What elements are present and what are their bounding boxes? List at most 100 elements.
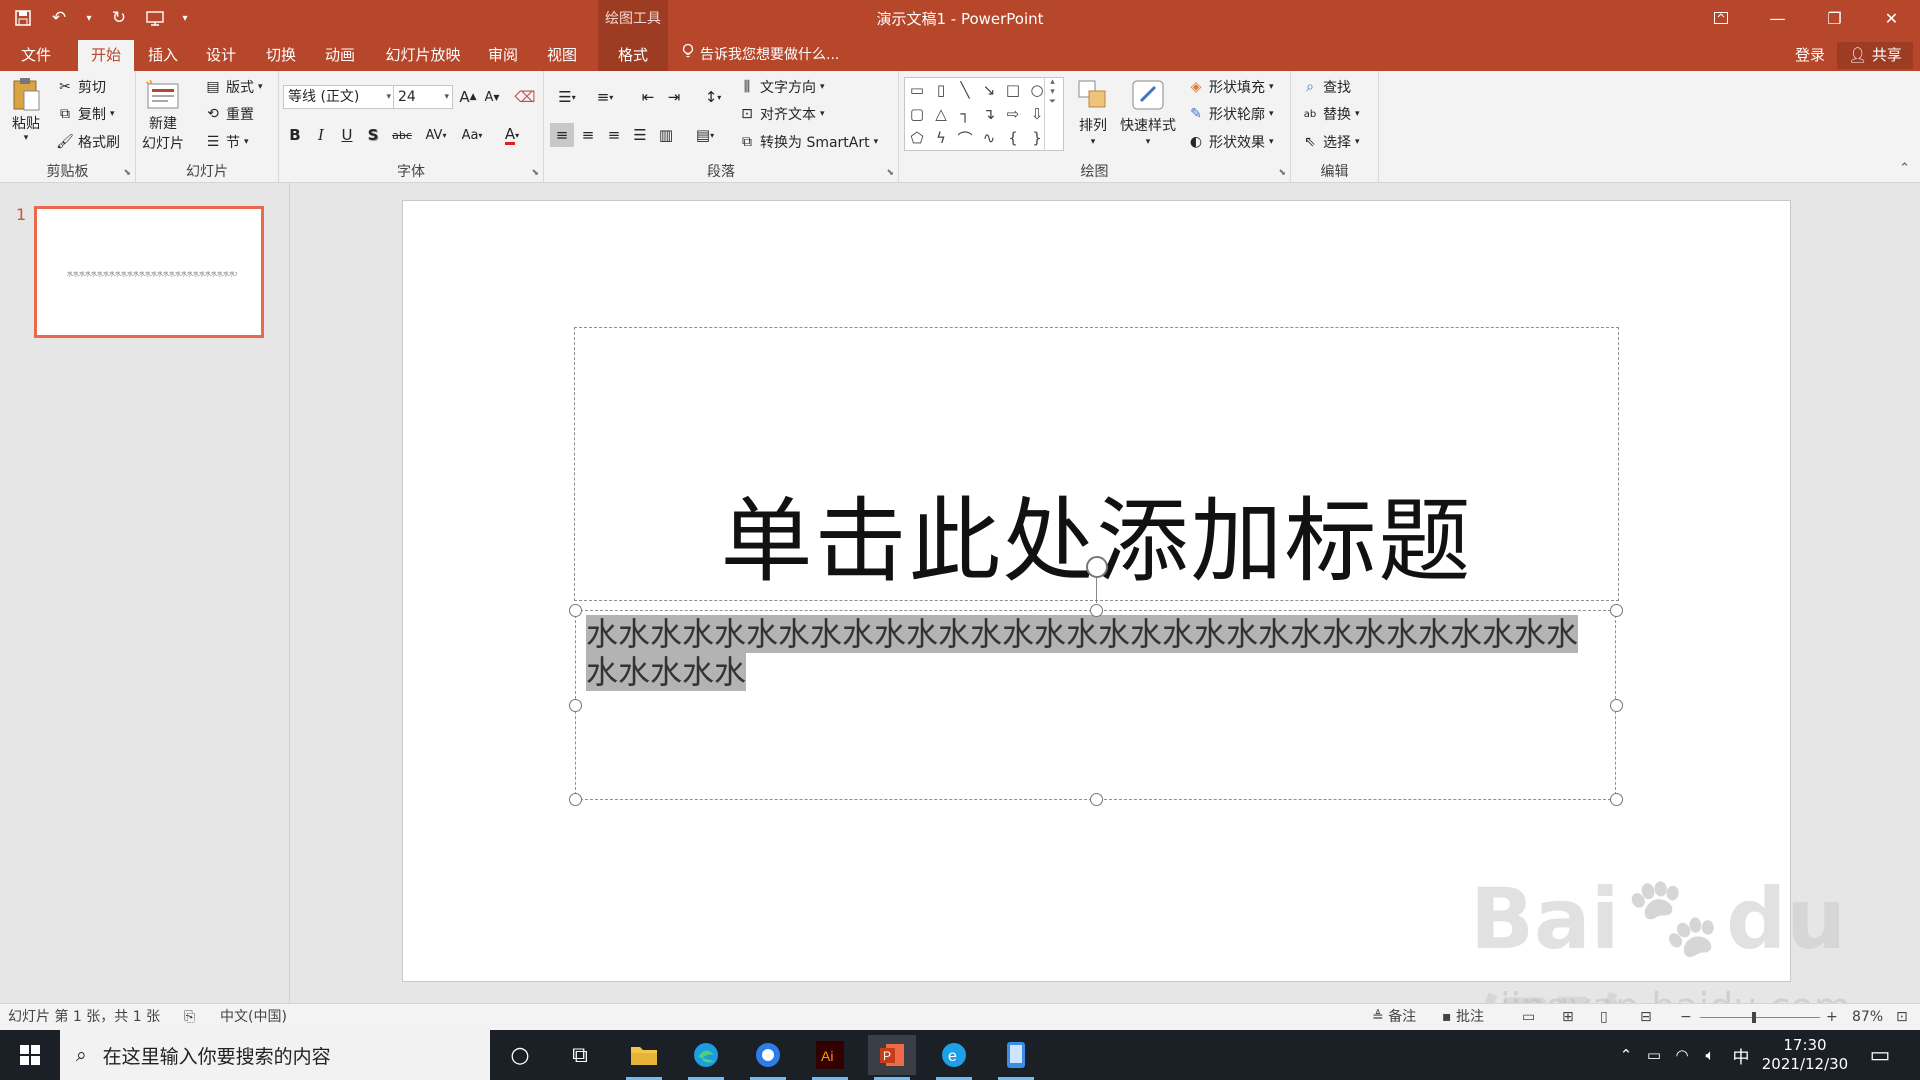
resize-handle-bottom-right[interactable] [1610, 793, 1623, 806]
font-name-dropdown[interactable]: 等线 (正文) ▾ [283, 85, 395, 109]
ime-indicator[interactable]: 中 [1724, 1043, 1758, 1068]
vertical-textbox-shape-icon[interactable]: ▯ [931, 80, 951, 100]
distributed-icon[interactable]: ▥ [654, 123, 678, 147]
select-button[interactable]: ⇖ 选择 ▾ [1301, 132, 1359, 152]
cut-button[interactable]: ✂ 剪切 [56, 77, 106, 97]
arc-shape-icon[interactable]: ⌒ [955, 128, 975, 148]
clipboard-launcher-icon[interactable]: ⬊ [123, 168, 131, 178]
resize-handle-top-left[interactable] [569, 604, 582, 617]
increase-indent-icon[interactable]: ⇥ [662, 85, 686, 109]
left-brace-shape-icon[interactable]: { [1003, 128, 1023, 148]
rectangle-shape-icon[interactable]: □ [1003, 80, 1023, 100]
taskbar-search[interactable]: ⌕ 在这里输入你要搜索的内容 [60, 1030, 490, 1080]
language-indicator[interactable]: 中文(中国) [220, 1004, 287, 1031]
align-center-icon[interactable]: ≡ [576, 123, 600, 147]
zoom-in-icon[interactable]: + [1826, 1004, 1838, 1031]
wifi-icon[interactable]: ◠ [1668, 1046, 1696, 1064]
paragraph-launcher-icon[interactable]: ⬊ [886, 168, 894, 178]
align-right-icon[interactable]: ≡ [602, 123, 626, 147]
quick-styles-button[interactable]: 快速样式 ▾ [1120, 77, 1176, 147]
notes-button[interactable]: ≜ 备注 [1372, 1004, 1416, 1031]
redo-icon[interactable]: ↻ [104, 3, 134, 33]
login-link[interactable]: 登录 [1795, 40, 1825, 71]
tell-me-box[interactable]: 告诉我您想要做什么... [682, 40, 839, 71]
reading-view-icon[interactable]: ▯ [1600, 1004, 1608, 1031]
section-button[interactable]: ☰ 节 ▾ [204, 132, 249, 152]
tab-design[interactable]: 设计 [196, 40, 246, 71]
tab-home[interactable]: 开始 [78, 40, 134, 71]
undo-dropdown-icon[interactable]: ▾ [80, 3, 98, 33]
slide-sorter-icon[interactable]: ⊞ [1562, 1004, 1574, 1031]
tab-insert[interactable]: 插入 [138, 40, 188, 71]
notification-icon[interactable]: ▭ [1856, 1035, 1904, 1075]
underline-button[interactable]: U [335, 123, 359, 147]
illustrator-icon[interactable]: Ai [806, 1035, 854, 1080]
copy-dropdown-icon[interactable]: ▾ [110, 109, 115, 119]
resize-handle-bottom[interactable] [1090, 793, 1103, 806]
fit-slide-icon[interactable]: ⊡ [1896, 1004, 1908, 1031]
columns-icon[interactable]: ▤ ▾ [688, 123, 722, 147]
text-direction-button[interactable]: ⫼ 文字方向 ▾ [738, 77, 825, 97]
elbow-arrow-connector-icon[interactable]: ↴ [979, 104, 999, 124]
replace-button[interactable]: ab 替换 ▾ [1301, 104, 1360, 124]
change-case-button[interactable]: Aa ▾ [455, 123, 489, 147]
font-size-dropdown[interactable]: 24 ▾ [393, 85, 453, 109]
right-arrow-shape-icon[interactable]: ⇨ [1003, 104, 1023, 124]
scribble-shape-icon[interactable]: ϟ [931, 128, 951, 148]
slide-thumbnail[interactable]: 水水水水水水水水水水水水水水水水水水水水水水水水水水水水水水水水水水水 [34, 206, 264, 338]
close-icon[interactable]: ✕ [1863, 0, 1920, 36]
numbering-icon[interactable]: ≡ ▾ [588, 85, 622, 109]
chevron-up-icon[interactable]: ⌃ [1612, 1046, 1640, 1064]
bold-button[interactable]: B [283, 123, 307, 147]
shape-fill-button[interactable]: ◈ 形状填充 ▾ [1187, 77, 1274, 97]
tab-view[interactable]: 视图 [537, 40, 587, 71]
minimize-icon[interactable]: — [1749, 0, 1806, 36]
spell-check-icon[interactable]: ⎘ [184, 1004, 195, 1031]
resize-handle-top[interactable] [1090, 604, 1103, 617]
shrink-font-button[interactable]: A ▼ [480, 85, 504, 109]
content-text[interactable]: 水水水水水水水水水水水水水水水水水水水水水水水水水水水水水水水水水水水水 [586, 615, 1606, 691]
shadow-button[interactable]: S [361, 123, 385, 147]
content-placeholder[interactable]: 水水水水水水水水水水水水水水水水水水水水水水水水水水水水水水水水水水水水 [575, 610, 1616, 800]
tab-review[interactable]: 审阅 [478, 40, 528, 71]
triangle-shape-icon[interactable]: △ [931, 104, 951, 124]
shape-effects-button[interactable]: ◐ 形状效果 ▾ [1187, 132, 1274, 152]
font-launcher-icon[interactable]: ⬊ [531, 168, 539, 178]
resize-handle-bottom-left[interactable] [569, 793, 582, 806]
clear-formatting-icon[interactable]: ⌫ [513, 85, 537, 109]
slideshow-view-icon[interactable]: ⊟ [1640, 1004, 1652, 1031]
arrow-line-shape-icon[interactable]: ↘ [979, 80, 999, 100]
collapse-ribbon-icon[interactable]: ⌃ [1899, 161, 1910, 176]
taskbar-clock[interactable]: 17:30 2021/12/30 [1760, 1036, 1850, 1074]
task-view-icon[interactable]: ⧉ [556, 1035, 604, 1075]
comments-button[interactable]: ▪ 批注 [1442, 1004, 1484, 1031]
strikethrough-button[interactable]: abc [387, 123, 417, 147]
curve-shape-icon[interactable]: ∿ [979, 128, 999, 148]
resize-handle-right[interactable] [1610, 699, 1623, 712]
tab-format[interactable]: 格式 [598, 36, 668, 71]
grow-font-button[interactable]: A ▲ [456, 85, 480, 109]
drawing-launcher-icon[interactable]: ⬊ [1278, 168, 1286, 178]
arrange-button[interactable]: 排列 ▾ [1075, 77, 1111, 147]
browser-icon[interactable] [744, 1035, 792, 1080]
new-slide-button[interactable]: 新建 幻灯片 [142, 77, 184, 153]
freeform-shape-icon[interactable]: ⬠ [907, 128, 927, 148]
reset-button[interactable]: ⟲ 重置 [204, 104, 254, 124]
tab-transitions[interactable]: 切换 [256, 40, 306, 71]
edge-icon[interactable] [682, 1035, 730, 1080]
volume-icon[interactable]: 🔈︎ [1696, 1046, 1724, 1064]
align-text-button[interactable]: ⊡ 对齐文本 ▾ [738, 104, 824, 124]
share-button[interactable]: 👤︎ 共享 [1837, 42, 1913, 69]
ribbon-display-options-icon[interactable] [1692, 0, 1749, 36]
rounded-rect-shape-icon[interactable]: ▢ [907, 104, 927, 124]
cortana-icon[interactable]: ○ [496, 1035, 544, 1075]
char-spacing-button[interactable]: AV ▾ [419, 123, 453, 147]
normal-view-icon[interactable]: ▭ [1522, 1004, 1535, 1031]
resize-handle-top-right[interactable] [1610, 604, 1623, 617]
battery-icon[interactable]: ▭ [1640, 1046, 1668, 1064]
find-button[interactable]: ⌕ 查找 [1301, 77, 1351, 97]
gallery-scroll[interactable]: ▴ ▾ ⏷ [1044, 77, 1060, 151]
paste-button[interactable]: 粘贴 ▾ [8, 77, 44, 143]
undo-icon[interactable]: ↶ [44, 3, 74, 33]
zoom-level[interactable]: 87% [1852, 1004, 1883, 1031]
